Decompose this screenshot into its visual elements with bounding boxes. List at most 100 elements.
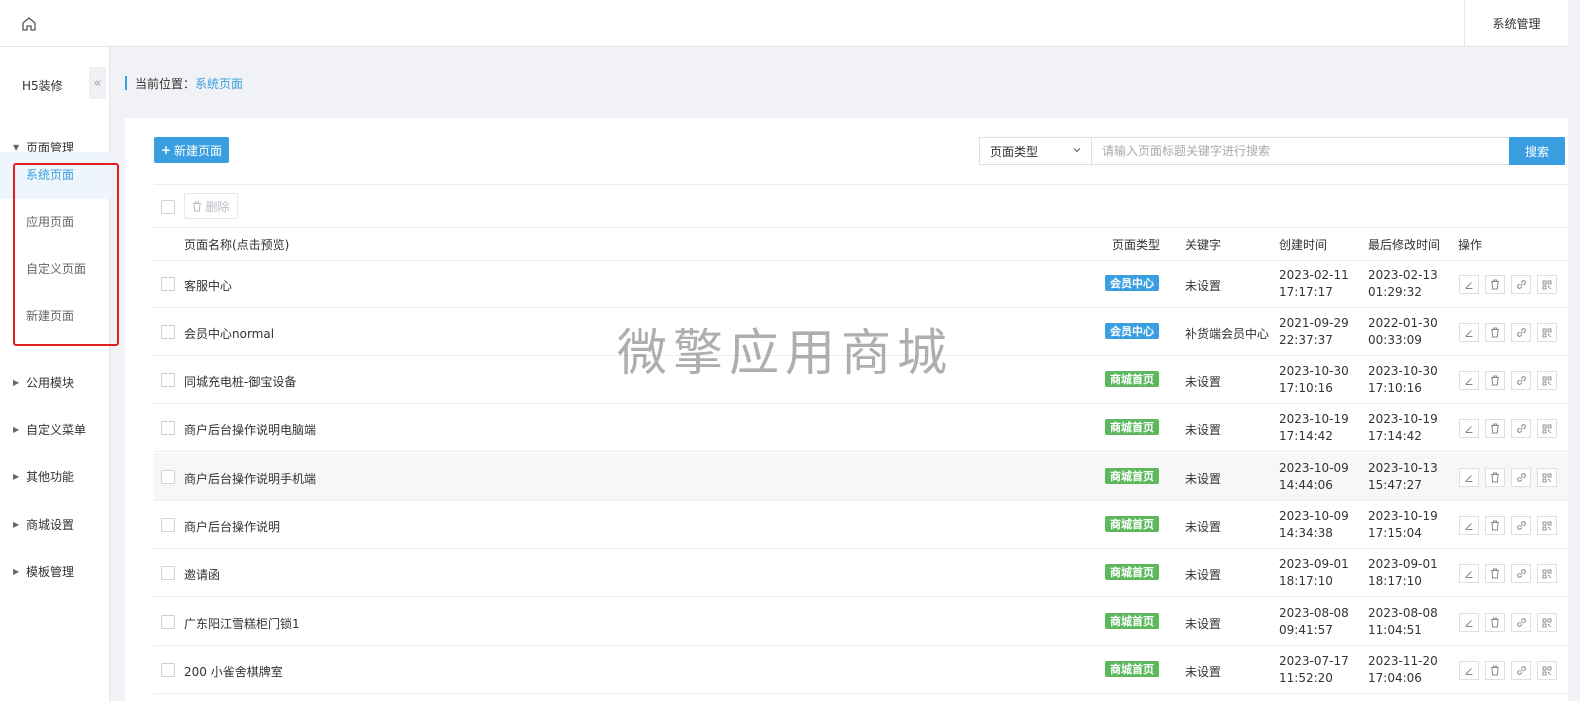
modified-time-cell: 2023-10-13 15:47:27 — [1368, 460, 1438, 494]
row-checkbox[interactable] — [161, 277, 175, 291]
copy-link-button[interactable] — [1511, 564, 1531, 583]
copy-link-button[interactable] — [1511, 419, 1531, 438]
nav-group-mall-settings[interactable]: ▶ 商城设置 — [0, 514, 110, 534]
nav-group-common-modules[interactable]: ▶ 公用模块 — [0, 372, 110, 392]
pencil-icon — [1465, 619, 1473, 627]
modified-clock: 00:33:09 — [1368, 333, 1422, 347]
pencil-icon — [1465, 329, 1473, 337]
modified-time-cell: 2022-01-30 00:33:09 — [1368, 315, 1438, 349]
row-checkbox[interactable] — [161, 663, 175, 677]
edit-button[interactable] — [1459, 516, 1479, 535]
copy-link-button[interactable] — [1511, 613, 1531, 632]
sidebar-item-new-page[interactable]: 新建页面 — [0, 293, 110, 340]
home-icon[interactable] — [20, 15, 38, 33]
page-name-link[interactable]: 商户后台操作说明 — [184, 518, 280, 535]
nav-group-template-management[interactable]: ▶ 模板管理 — [0, 561, 110, 581]
breadcrumb-label: 当前位置： — [135, 76, 196, 91]
edit-button[interactable] — [1459, 275, 1479, 294]
row-actions — [1459, 661, 1557, 680]
page-name-link[interactable]: 商户后台操作说明电脑端 — [184, 421, 316, 438]
edit-button[interactable] — [1459, 419, 1479, 438]
page-name-link[interactable]: 客服中心 — [184, 277, 232, 294]
page-type-badge: 商城首页 — [1105, 516, 1159, 532]
copy-link-button[interactable] — [1511, 275, 1531, 294]
nav-group-custom-menu[interactable]: ▶ 自定义菜单 — [0, 419, 110, 439]
page-name-link[interactable]: 会员中心normal — [184, 325, 274, 342]
sidebar-collapse-button[interactable]: « — [89, 67, 106, 99]
row-checkbox[interactable] — [161, 373, 175, 387]
copy-link-button[interactable] — [1511, 661, 1531, 680]
row-checkbox[interactable] — [161, 566, 175, 580]
qrcode-button[interactable] — [1537, 371, 1557, 390]
delete-button[interactable] — [1485, 564, 1505, 583]
delete-button[interactable] — [1485, 661, 1505, 680]
qrcode-button[interactable] — [1537, 275, 1557, 294]
page-name-link[interactable]: 200 小雀舍棋牌室 — [184, 663, 283, 680]
search-input[interactable] — [1092, 137, 1510, 165]
keyword-cell: 未设置 — [1185, 423, 1222, 437]
nav-group-other-functions[interactable]: ▶ 其他功能 — [0, 466, 110, 486]
qrcode-button[interactable] — [1537, 323, 1557, 342]
qrcode-button[interactable] — [1537, 419, 1557, 438]
table-row[interactable]: 客服中心 会员中心 未设置 2023-02-11 17:17:17 2023-02-13 0… — [154, 260, 1568, 308]
edit-button[interactable] — [1459, 661, 1479, 680]
delete-button[interactable] — [1485, 419, 1505, 438]
system-management-menu[interactable]: 系统管理 — [1464, 0, 1568, 47]
row-checkbox[interactable] — [161, 325, 175, 339]
edit-button[interactable] — [1459, 564, 1479, 583]
qrcode-button[interactable] — [1537, 613, 1557, 632]
delete-button[interactable] — [1485, 468, 1505, 487]
delete-button[interactable] — [1485, 323, 1505, 342]
delete-button[interactable] — [1485, 516, 1505, 535]
pencil-icon — [1465, 474, 1473, 482]
qrcode-button[interactable] — [1537, 468, 1557, 487]
qrcode-button[interactable] — [1537, 661, 1557, 680]
delete-button[interactable] — [1485, 613, 1505, 632]
row-checkbox[interactable] — [161, 518, 175, 532]
edit-button[interactable] — [1459, 323, 1479, 342]
copy-link-button[interactable] — [1511, 468, 1531, 487]
search-button[interactable]: 搜索 — [1509, 137, 1565, 165]
copy-link-button[interactable] — [1511, 516, 1531, 535]
copy-link-button[interactable] — [1511, 323, 1531, 342]
edit-button[interactable] — [1459, 613, 1479, 632]
row-checkbox[interactable] — [161, 421, 175, 435]
table-row[interactable]: 商户后台操作说明 商城首页 未设置 2023-10-09 14:34:38 2023-10… — [154, 501, 1568, 549]
modified-date: 2023-10-19 — [1368, 509, 1438, 523]
sidebar-item-system-pages[interactable]: 系统页面 — [0, 152, 110, 199]
keyword-cell: 未设置 — [1185, 568, 1222, 582]
qrcode-icon — [1542, 280, 1552, 289]
breadcrumb-current[interactable]: 系统页面 — [195, 75, 243, 92]
table-row[interactable]: 邀请函 商城首页 未设置 2023-09-01 18:17:10 2023-09-01 18… — [154, 549, 1568, 597]
page-name-link[interactable]: 广东阳江雪糕柜门锁1 — [184, 615, 300, 632]
row-checkbox[interactable] — [161, 470, 175, 484]
created-clock: 09:41:57 — [1279, 623, 1333, 637]
page-name-link[interactable]: 同城充电桩-御宝设备 — [184, 373, 296, 390]
page-type-select[interactable]: 页面类型 — [979, 137, 1092, 165]
created-time-cell: 2023-02-11 17:17:17 — [1279, 267, 1349, 301]
bulk-delete-button[interactable]: 删除 — [184, 193, 238, 219]
trash-icon — [193, 201, 202, 211]
table-row[interactable]: 200 小雀舍棋牌室 商城首页 未设置 2023-07-17 11:52:20 2023-… — [154, 646, 1568, 694]
sidebar-item-custom-pages[interactable]: 自定义页面 — [0, 246, 110, 293]
page-name-link[interactable]: 邀请函 — [184, 566, 220, 583]
nav-group-label: 公用模块 — [26, 375, 75, 390]
table-row[interactable]: 广东阳江雪糕柜门锁1 商城首页 未设置 2023-08-08 09:41:57 2023-… — [154, 598, 1568, 646]
qrcode-button[interactable] — [1537, 564, 1557, 583]
page-name-link[interactable]: 商户后台操作说明手机端 — [184, 470, 316, 487]
qrcode-icon — [1542, 473, 1552, 482]
sidebar-item-app-pages[interactable]: 应用页面 — [0, 199, 110, 246]
table-row[interactable]: 商户后台操作说明手机端 商城首页 未设置 2023-10-09 14:44:06 2023… — [154, 453, 1568, 501]
nav-group-label: 模板管理 — [26, 564, 75, 579]
copy-link-button[interactable] — [1511, 371, 1531, 390]
delete-button[interactable] — [1485, 275, 1505, 294]
row-checkbox[interactable] — [161, 615, 175, 629]
new-page-button[interactable]: + 新建页面 — [154, 137, 229, 163]
modified-date: 2023-10-19 — [1368, 412, 1438, 426]
table-row[interactable]: 商户后台操作说明电脑端 商城首页 未设置 2023-10-19 17:14:42 2023… — [154, 404, 1568, 452]
edit-button[interactable] — [1459, 371, 1479, 390]
select-all-checkbox[interactable] — [161, 200, 175, 214]
edit-button[interactable] — [1459, 468, 1479, 487]
qrcode-button[interactable] — [1537, 516, 1557, 535]
delete-button[interactable] — [1485, 371, 1505, 390]
